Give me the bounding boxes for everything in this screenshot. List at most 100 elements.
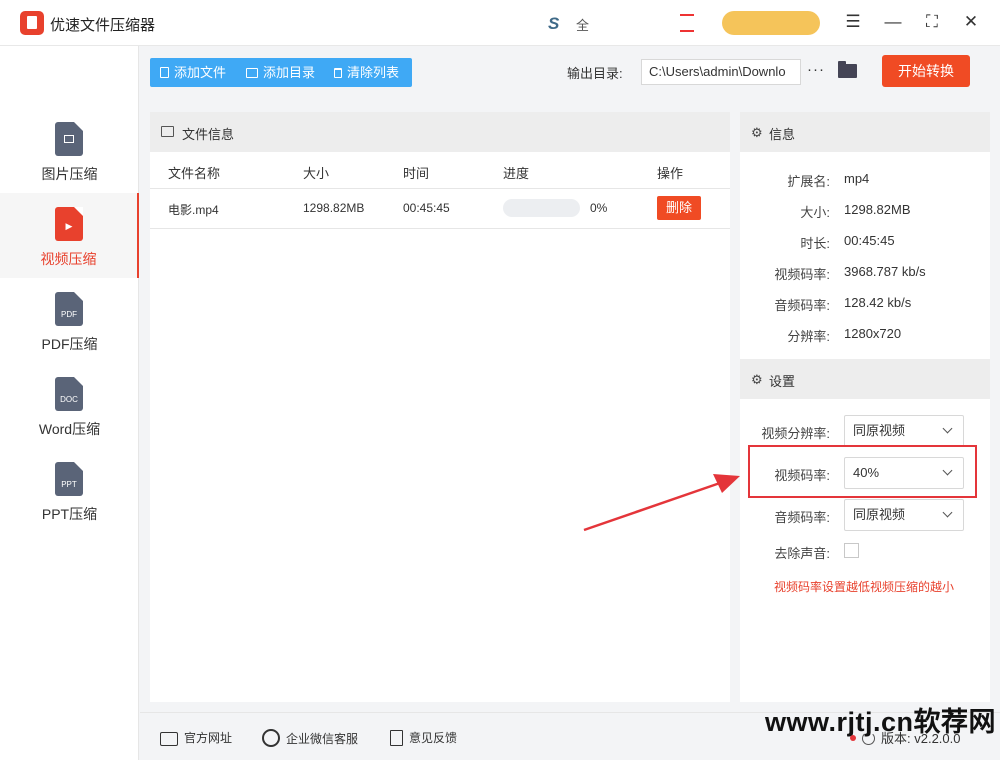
add-folder-label: 添加目录 <box>263 65 316 80</box>
header-divider <box>150 188 730 189</box>
version-label: 版本: v2.2.0.0 <box>881 731 961 746</box>
sidebar-item-ppt[interactable]: PPT PPT压缩 <box>0 448 139 533</box>
wechat-label: 企业微信客服 <box>286 732 359 746</box>
update-dot-icon <box>850 735 856 741</box>
mute-label: 去除声音: <box>774 546 830 561</box>
audio-bitrate-label: 音频码率: <box>774 510 830 525</box>
output-dir-label: 输出目录: <box>567 66 623 81</box>
account-pill[interactable] <box>722 11 820 35</box>
sidebar-item-label: 视频压缩 <box>40 251 97 267</box>
app-logo-icon <box>20 11 44 35</box>
gear-icon: ⚙ <box>751 372 763 387</box>
info-value-duration: 00:45:45 <box>844 233 895 248</box>
clear-list-label: 清除列表 <box>347 65 400 80</box>
info-label-size: 大小: <box>800 205 830 220</box>
minimize-icon[interactable]: — <box>882 11 904 33</box>
column-header-time: 时间 <box>403 166 430 181</box>
audio-bitrate-value: 同原视频 <box>853 507 906 522</box>
chevron-down-icon <box>942 507 953 518</box>
add-file-label: 添加文件 <box>174 65 227 80</box>
highlight-box <box>748 445 977 498</box>
video-resolution-value: 同原视频 <box>853 423 906 438</box>
version-info: 版本: v2.2.0.0 <box>850 728 960 747</box>
info-label-extension: 扩展名: <box>787 174 830 189</box>
close-icon[interactable]: ✕ <box>960 11 982 33</box>
feedback-icon <box>390 730 403 746</box>
file-time-cell: 00:45:45 <box>403 201 450 215</box>
column-header-action: 操作 <box>657 166 684 181</box>
clear-list-button[interactable]: 清除列表 <box>334 64 399 81</box>
image-icon <box>161 126 174 137</box>
info-value-video-bitrate: 3968.787 kb/s <box>844 264 926 279</box>
column-header-size: 大小 <box>303 166 330 181</box>
mute-checkbox[interactable] <box>844 543 859 558</box>
wechat-support-link[interactable]: 企业微信客服 <box>262 729 358 747</box>
progress-bar <box>503 199 580 217</box>
maximize-icon[interactable]: ⛶ <box>921 11 943 33</box>
audio-bitrate-select[interactable]: 同原视频 <box>844 499 964 531</box>
sidebar-item-label: Word压缩 <box>38 421 101 437</box>
sidebar-item-label: 图片压缩 <box>41 166 98 182</box>
info-header: ⚙ 信息 <box>740 112 990 152</box>
delete-button[interactable]: 删除 <box>657 196 701 220</box>
sidebar-item-label: PPT压缩 <box>41 506 98 522</box>
pdf-doc-icon: PDF <box>55 292 83 326</box>
file-list-panel: 文件信息 文件名称 大小 时间 进度 操作 电影.mp4 1298.82MB 0… <box>150 112 730 702</box>
info-value-audio-bitrate: 128.42 kb/s <box>844 295 912 310</box>
info-value-extension: mp4 <box>844 171 870 186</box>
info-value-size: 1298.82MB <box>844 202 911 217</box>
refresh-icon[interactable] <box>862 732 875 745</box>
doc-doc-icon: DOC <box>55 377 83 411</box>
chevron-down-icon <box>942 423 953 434</box>
wechat-icon <box>262 729 280 747</box>
folder-icon <box>246 68 258 78</box>
image-doc-icon <box>55 122 83 156</box>
info-label-video-bitrate: 视频码率: <box>774 267 830 282</box>
brand-s-icon: S <box>548 14 560 33</box>
add-file-button[interactable]: 添加文件 <box>160 64 226 81</box>
file-icon <box>160 67 169 78</box>
settings-header: ⚙ 设置 <box>740 359 990 399</box>
start-convert-button[interactable]: 开始转换 <box>882 55 970 87</box>
file-panel-title: 文件信息 <box>182 127 235 142</box>
website-link[interactable]: 官方网址 <box>160 729 232 746</box>
bitrate-hint: 视频码率设置越低视频压缩的越小 <box>774 580 955 594</box>
website-label: 官方网址 <box>184 731 233 745</box>
info-label-audio-bitrate: 音频码率: <box>774 298 830 313</box>
titlebar-glyph: 全 <box>576 18 590 33</box>
video-resolution-select[interactable]: 同原视频 <box>844 415 964 447</box>
sidebar-item-video[interactable]: ▶ 视频压缩 <box>0 193 139 278</box>
progress-text: 0% <box>590 201 608 215</box>
menu-icon[interactable]: ☰ <box>842 11 864 33</box>
settings-title: 设置 <box>769 374 796 389</box>
column-header-progress: 进度 <box>503 166 530 181</box>
gear-icon: ⚙ <box>751 125 763 140</box>
sidebar-item-word[interactable]: DOC Word压缩 <box>0 363 139 448</box>
file-name-cell: 电影.mp4 <box>168 203 219 217</box>
toolbar: 添加文件 添加目录 清除列表 <box>150 58 412 87</box>
website-icon <box>160 732 178 746</box>
info-title: 信息 <box>769 127 796 142</box>
file-panel-header: 文件信息 <box>150 112 730 152</box>
title-bar: 优速文件压缩器 S 全 ☰ — ⛶ ✕ <box>0 0 1000 46</box>
feedback-link[interactable]: 意见反馈 <box>390 729 457 746</box>
feedback-label: 意见反馈 <box>409 731 458 745</box>
row-divider <box>150 228 730 229</box>
video-doc-icon: ▶ <box>55 207 83 241</box>
sidebar-item-pdf[interactable]: PDF PDF压缩 <box>0 278 139 363</box>
more-options-icon[interactable]: ··· <box>807 61 825 78</box>
sidebar-item-label: PDF压缩 <box>41 336 98 352</box>
open-folder-icon[interactable] <box>838 61 857 78</box>
annotation-arrow <box>583 474 740 532</box>
info-label-resolution: 分辨率: <box>787 329 830 344</box>
info-panel: ⚙ 信息 扩展名: mp4 大小: 1298.82MB 时长: 00:45:45… <box>740 112 990 702</box>
notice-icon[interactable] <box>680 14 694 32</box>
column-header-name: 文件名称 <box>168 166 221 181</box>
info-value-resolution: 1280x720 <box>844 326 902 341</box>
sidebar-item-image[interactable]: 图片压缩 <box>0 108 139 193</box>
ppt-doc-icon: PPT <box>55 462 83 496</box>
add-folder-button[interactable]: 添加目录 <box>246 64 315 81</box>
video-resolution-label: 视频分辨率: <box>761 426 830 441</box>
app-title: 优速文件压缩器 <box>50 17 156 34</box>
output-dir-input[interactable]: C:\Users\admin\Downlo <box>641 59 801 85</box>
